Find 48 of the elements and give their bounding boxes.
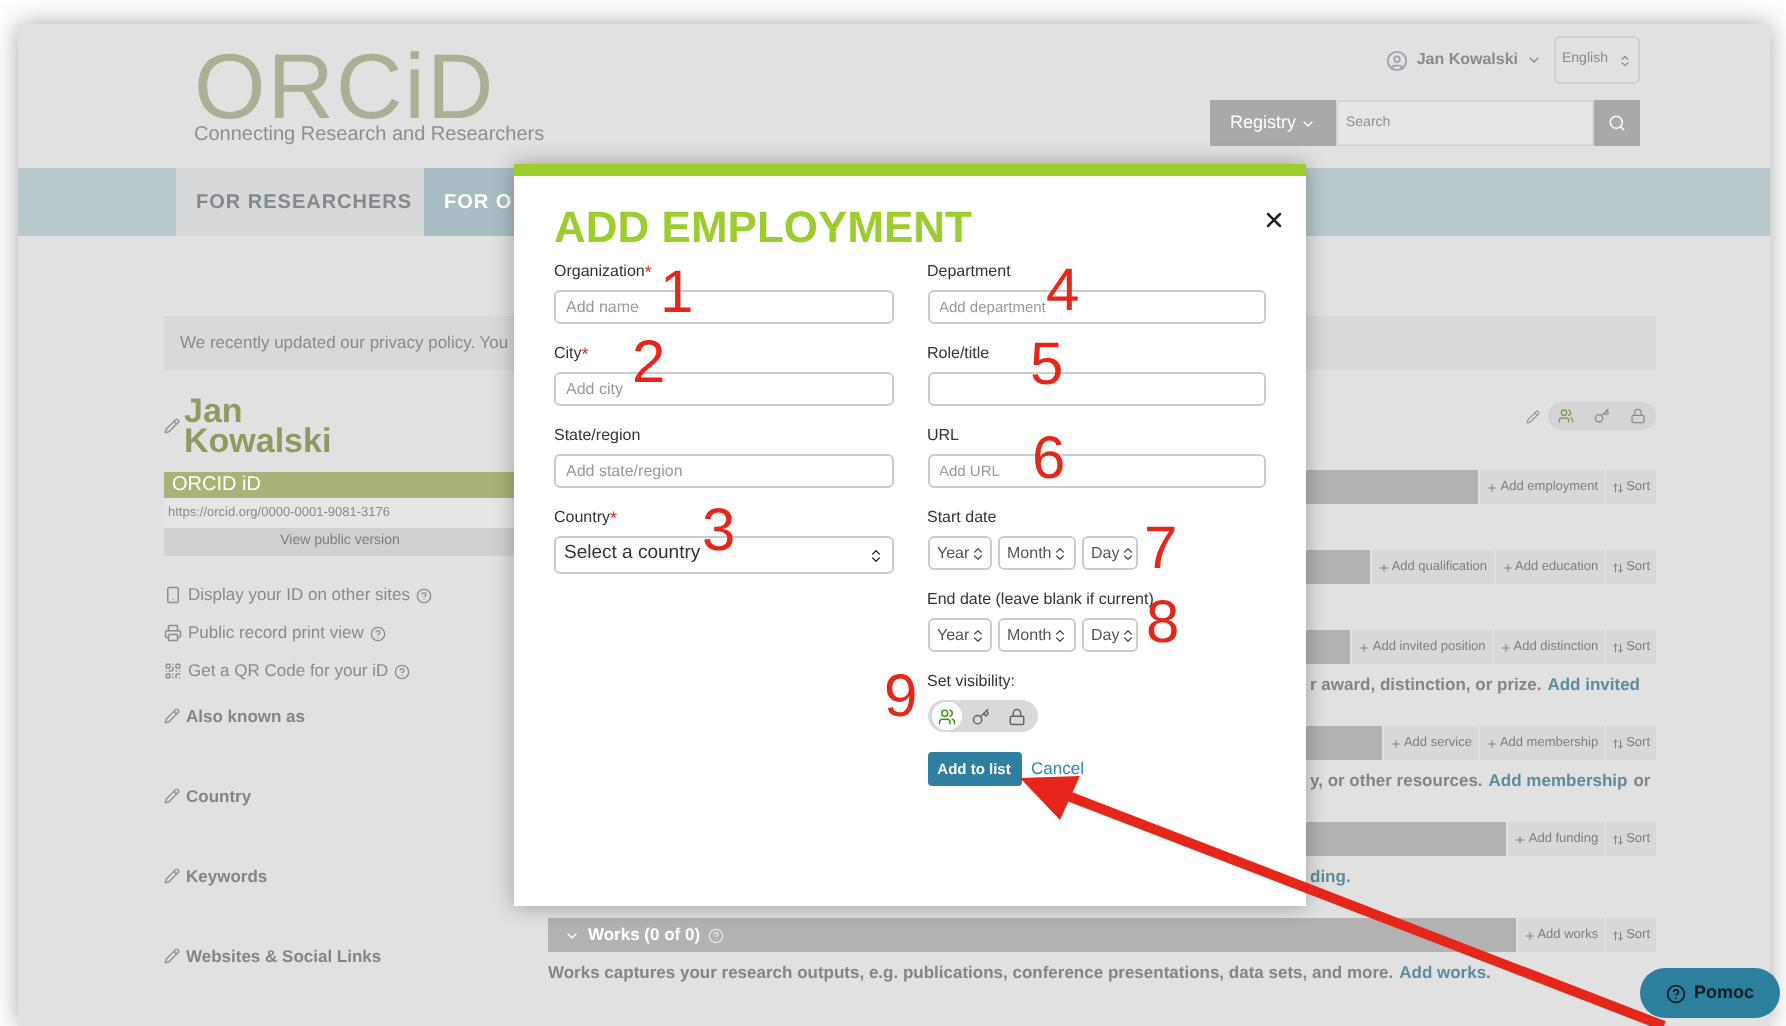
help-button[interactable]: Pomoc <box>1640 968 1780 1018</box>
field-label: Department <box>927 262 1013 282</box>
select-field[interactable]: Day <box>1081 536 1137 570</box>
cancel-link[interactable]: Cancel <box>1031 756 1084 782</box>
section-title: Websites & Social Links <box>186 943 382 969</box>
field-label: URL <box>927 426 962 446</box>
annotation-number: 7 <box>1144 520 1178 580</box>
field-label: Organization <box>554 262 645 282</box>
profile-link[interactable]: Get a QR Code for your iD <box>188 658 389 684</box>
section-description: r award, distinction, or prize. <box>1310 672 1542 698</box>
nav-tab[interactable]: FOR RESEARCHERS <box>176 168 424 236</box>
annotation-number: 9 <box>884 668 918 728</box>
section-title: Also known as <box>186 703 306 729</box>
field-label: Set visibility: <box>927 672 1018 692</box>
profile-link[interactable]: Public record print view <box>188 620 364 646</box>
field-label: Start date <box>927 508 999 528</box>
orcid-heading: ORCID iD <box>164 472 516 498</box>
select-field[interactable]: Month <box>997 618 1075 652</box>
section-description: or <box>1633 768 1651 794</box>
section-title: Keywords <box>186 863 268 889</box>
required-mark: * <box>581 344 589 364</box>
section-link[interactable]: Add invited <box>1547 672 1640 698</box>
logo: ORCiD <box>194 48 496 124</box>
profile-link[interactable]: Display your ID on other sites <box>188 582 411 608</box>
tagline: Connecting Research and Researchers <box>194 124 545 148</box>
section-description: Works captures your research outputs, e.g. publications, conference presentations, data sets, and more. <box>548 960 1394 986</box>
field-label: City <box>554 344 582 364</box>
input-field[interactable]: Add state/region <box>554 454 893 488</box>
select-field[interactable]: Year <box>927 536 991 570</box>
section-link[interactable]: ding. <box>1310 864 1351 890</box>
field-label: Country <box>554 508 611 528</box>
select-field[interactable]: Day <box>1081 618 1137 652</box>
section-link[interactable]: Add works. <box>1399 960 1491 986</box>
field-label: State/region <box>554 426 641 446</box>
section-title: Works (0 of 0) <box>588 922 701 948</box>
section-link[interactable]: Add membership <box>1488 768 1628 794</box>
field-label: End date (leave blank if current) <box>927 590 1154 608</box>
select-field[interactable]: Month <box>997 536 1075 570</box>
profile-name: Jan Kowalski <box>184 396 334 456</box>
required-mark: * <box>644 262 652 282</box>
select-field[interactable]: Year <box>927 618 991 652</box>
modal-title: ADD EMPLOYMENT <box>554 204 972 252</box>
field-label: Role/title <box>927 344 992 364</box>
user-menu[interactable]: Jan Kowalski <box>1386 48 1542 72</box>
required-mark: * <box>610 508 618 528</box>
section-description: y, or other resources. <box>1310 768 1483 794</box>
section-title: Country <box>186 783 252 809</box>
registry-button[interactable]: Registry <box>1210 100 1336 146</box>
